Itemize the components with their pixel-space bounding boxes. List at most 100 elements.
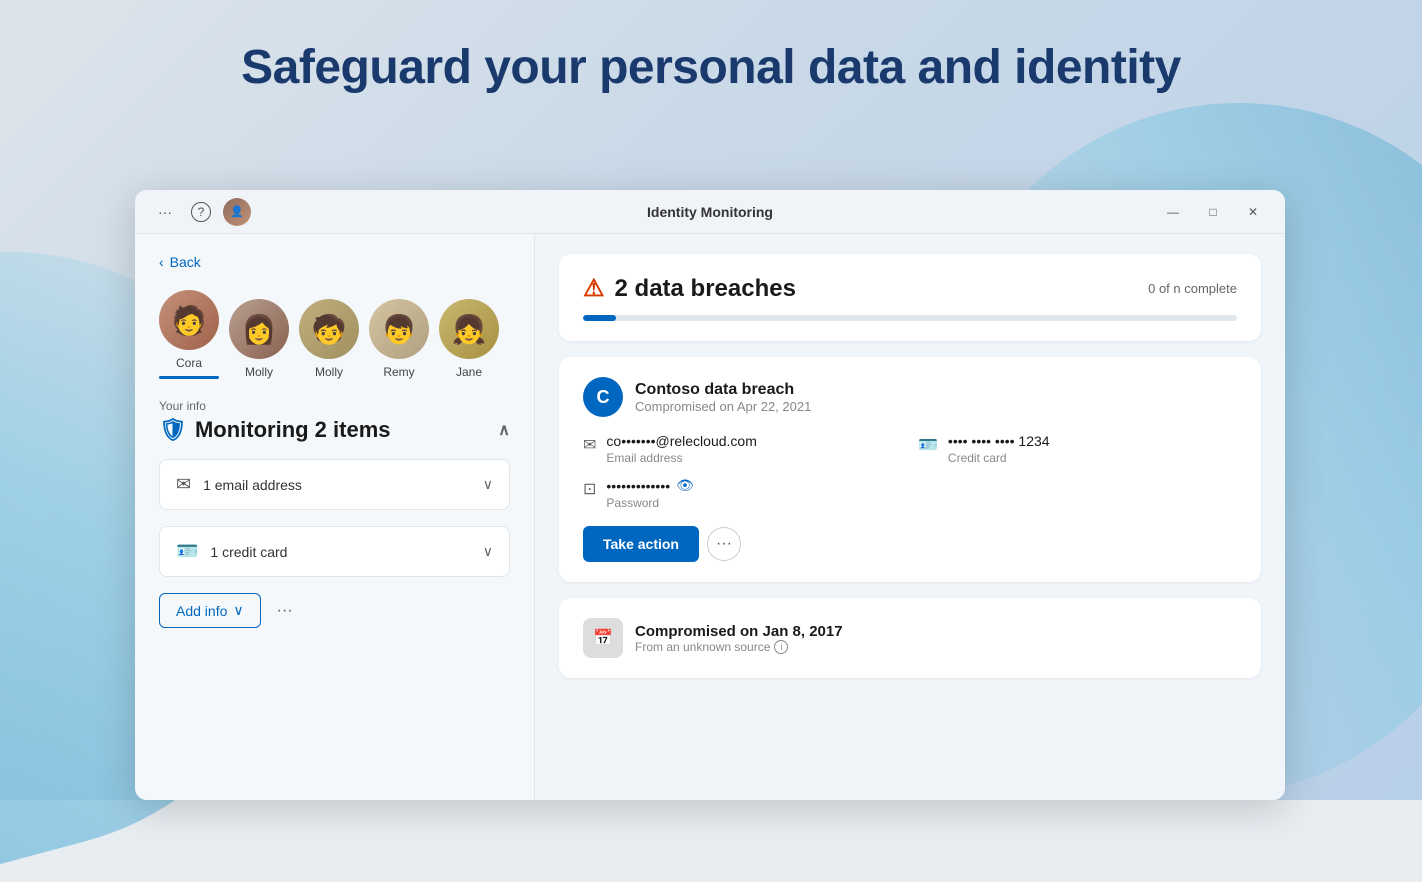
progress-bar-fill	[583, 315, 616, 321]
breach-more-options-button[interactable]: ···	[707, 527, 741, 561]
page-heading: Safeguard your personal data and identit…	[0, 40, 1422, 95]
avatar-jane: 👧	[439, 299, 499, 359]
warning-icon: ⚠	[583, 274, 605, 303]
more-options-titlebar-button[interactable]: ···	[151, 198, 179, 226]
action-row: Take action ···	[583, 526, 1237, 562]
help-button[interactable]: ?	[187, 198, 215, 226]
breach-field-email: ✉ co•••••••@relecloud.com Email address	[583, 433, 902, 465]
user-avatar-item-cora[interactable]: 🧑 Cora	[159, 290, 219, 379]
field-email-value: co•••••••@relecloud.com	[606, 433, 756, 449]
left-panel: ‹ Back 🧑 Cora 👩 Molly	[135, 234, 535, 800]
avatar-molly1: 👩	[229, 299, 289, 359]
breach-field-creditcard: 🪪 •••• •••• •••• 1234 Credit card	[918, 433, 1237, 465]
email-item-left: ✉ 1 email address	[176, 474, 302, 495]
breach-card-second-header: 📅 Compromised on Jan 8, 2017 From an unk…	[583, 618, 1237, 658]
breach-card-second[interactable]: 📅 Compromised on Jan 8, 2017 From an unk…	[559, 598, 1261, 678]
avatar-label-cora: Cora	[176, 356, 202, 370]
credit-card-expand-icon: ∨	[483, 543, 493, 560]
user-avatar-titlebar[interactable]: 👤	[223, 198, 251, 226]
complete-label: 0 of n complete	[1148, 281, 1237, 296]
breach-count-row: ⚠ 2 data breaches 0 of n complete	[583, 274, 1237, 303]
window-controls: — □ ✕	[1157, 201, 1269, 223]
more-options-button[interactable]: ···	[269, 595, 301, 627]
breach-header-card: ⚠ 2 data breaches 0 of n complete	[559, 254, 1261, 341]
breach-logo-contoso: C	[583, 377, 623, 417]
monitoring-title: 🛡 Monitoring 2 items ∧	[159, 417, 510, 443]
field-password-type: Password	[606, 496, 694, 510]
progress-bar-background	[583, 315, 1237, 321]
email-icon: ✉	[176, 474, 191, 495]
user-avatars-row: 🧑 Cora 👩 Molly 🧒 Molly	[159, 286, 510, 383]
add-info-label: Add info	[176, 603, 227, 619]
breach-second-name: Compromised on Jan 8, 2017	[635, 623, 843, 640]
close-button[interactable]: ✕	[1237, 201, 1269, 223]
breach-second-info: Compromised on Jan 8, 2017 From an unkno…	[635, 623, 843, 654]
monitoring-title-text: Monitoring 2 items	[195, 417, 391, 443]
maximize-button[interactable]: □	[1197, 201, 1229, 223]
breach-name: Contoso data breach	[635, 381, 811, 399]
content-area: ‹ Back 🧑 Cora 👩 Molly	[135, 234, 1285, 800]
breach-info: Contoso data breach Compromised on Apr 2…	[635, 381, 811, 414]
title-bar: ··· ? 👤 Identity Monitoring — □ ✕	[135, 190, 1285, 234]
avatar-label-jane: Jane	[456, 365, 482, 379]
user-avatar-item-remy[interactable]: 👦 Remy	[369, 299, 429, 379]
field-email-icon: ✉	[583, 435, 596, 455]
field-creditcard-icon: 🪪	[918, 435, 938, 455]
breach-details: ✉ co•••••••@relecloud.com Email address …	[583, 433, 1237, 510]
active-indicator-cora	[159, 376, 219, 379]
title-bar-left: ··· ? 👤	[151, 198, 251, 226]
field-creditcard-value: •••• •••• •••• 1234	[948, 433, 1050, 449]
avatar-remy: 👦	[369, 299, 429, 359]
field-password-icon: ⊡	[583, 479, 596, 499]
minimize-button[interactable]: —	[1157, 201, 1189, 223]
back-arrow-icon: ‹	[159, 254, 164, 270]
breach-field-password: ⊡ ••••••••••••• 👁 Password	[583, 477, 902, 510]
credit-card-item-label: 1 credit card	[210, 544, 287, 560]
user-avatar-item-molly1[interactable]: 👩 Molly	[229, 299, 289, 379]
app-title: Identity Monitoring	[647, 204, 773, 220]
take-action-button[interactable]: Take action	[583, 526, 699, 562]
avatar-label-remy: Remy	[383, 365, 414, 379]
email-item-label: 1 email address	[203, 477, 302, 493]
add-info-button[interactable]: Add info ∨	[159, 593, 261, 628]
credit-card-item-left: 🪪 1 credit card	[176, 541, 287, 562]
breach-count: ⚠ 2 data breaches	[583, 274, 796, 303]
user-avatar-item-molly2[interactable]: 🧒 Molly	[299, 299, 359, 379]
your-info-label: Your info	[159, 399, 510, 413]
field-email-info: co•••••••@relecloud.com Email address	[606, 433, 756, 465]
breach-second-sub: From an unknown source i	[635, 640, 843, 654]
shield-icon: 🛡	[159, 417, 187, 443]
breach-card-header: C Contoso data breach Compromised on Apr…	[583, 377, 1237, 417]
breach-count-label: 2 data breaches	[615, 275, 796, 303]
breach-second-sub-text: From an unknown source	[635, 640, 770, 654]
field-creditcard-info: •••• •••• •••• 1234 Credit card	[948, 433, 1050, 465]
info-circle-icon: i	[774, 640, 788, 654]
add-info-chevron-icon: ∨	[233, 602, 243, 619]
field-password-value-row: ••••••••••••• 👁	[606, 477, 694, 494]
field-creditcard-type: Credit card	[948, 451, 1050, 465]
avatar-molly2: 🧒	[299, 299, 359, 359]
field-password-info: ••••••••••••• 👁 Password	[606, 477, 694, 510]
collapse-icon[interactable]: ∧	[498, 420, 510, 440]
avatar-label-molly2: Molly	[315, 365, 343, 379]
reveal-password-icon[interactable]: 👁	[676, 477, 694, 494]
user-avatar-item-jane[interactable]: 👧 Jane	[439, 299, 499, 379]
calendar-icon: 📅	[593, 628, 613, 648]
field-email-type: Email address	[606, 451, 756, 465]
email-expand-icon: ∨	[483, 476, 493, 493]
avatar-cora: 🧑	[159, 290, 219, 350]
breach-logo-second: 📅	[583, 618, 623, 658]
email-address-item[interactable]: ✉ 1 email address ∨	[159, 459, 510, 510]
back-label: Back	[170, 254, 201, 270]
credit-card-icon: 🪪	[176, 541, 198, 562]
app-window: ··· ? 👤 Identity Monitoring — □ ✕ ‹ Back	[135, 190, 1285, 800]
back-button[interactable]: ‹ Back	[159, 254, 201, 270]
right-panel: ⚠ 2 data breaches 0 of n complete C Cont…	[535, 234, 1285, 800]
add-info-row: Add info ∨ ···	[159, 593, 510, 628]
credit-card-item[interactable]: 🪪 1 credit card ∨	[159, 526, 510, 577]
field-password-value: •••••••••••••	[606, 478, 670, 494]
monitoring-section: Your info 🛡 Monitoring 2 items ∧	[159, 399, 510, 443]
avatar-label-molly1: Molly	[245, 365, 273, 379]
breach-card-contoso: C Contoso data breach Compromised on Apr…	[559, 357, 1261, 582]
breach-date: Compromised on Apr 22, 2021	[635, 399, 811, 414]
